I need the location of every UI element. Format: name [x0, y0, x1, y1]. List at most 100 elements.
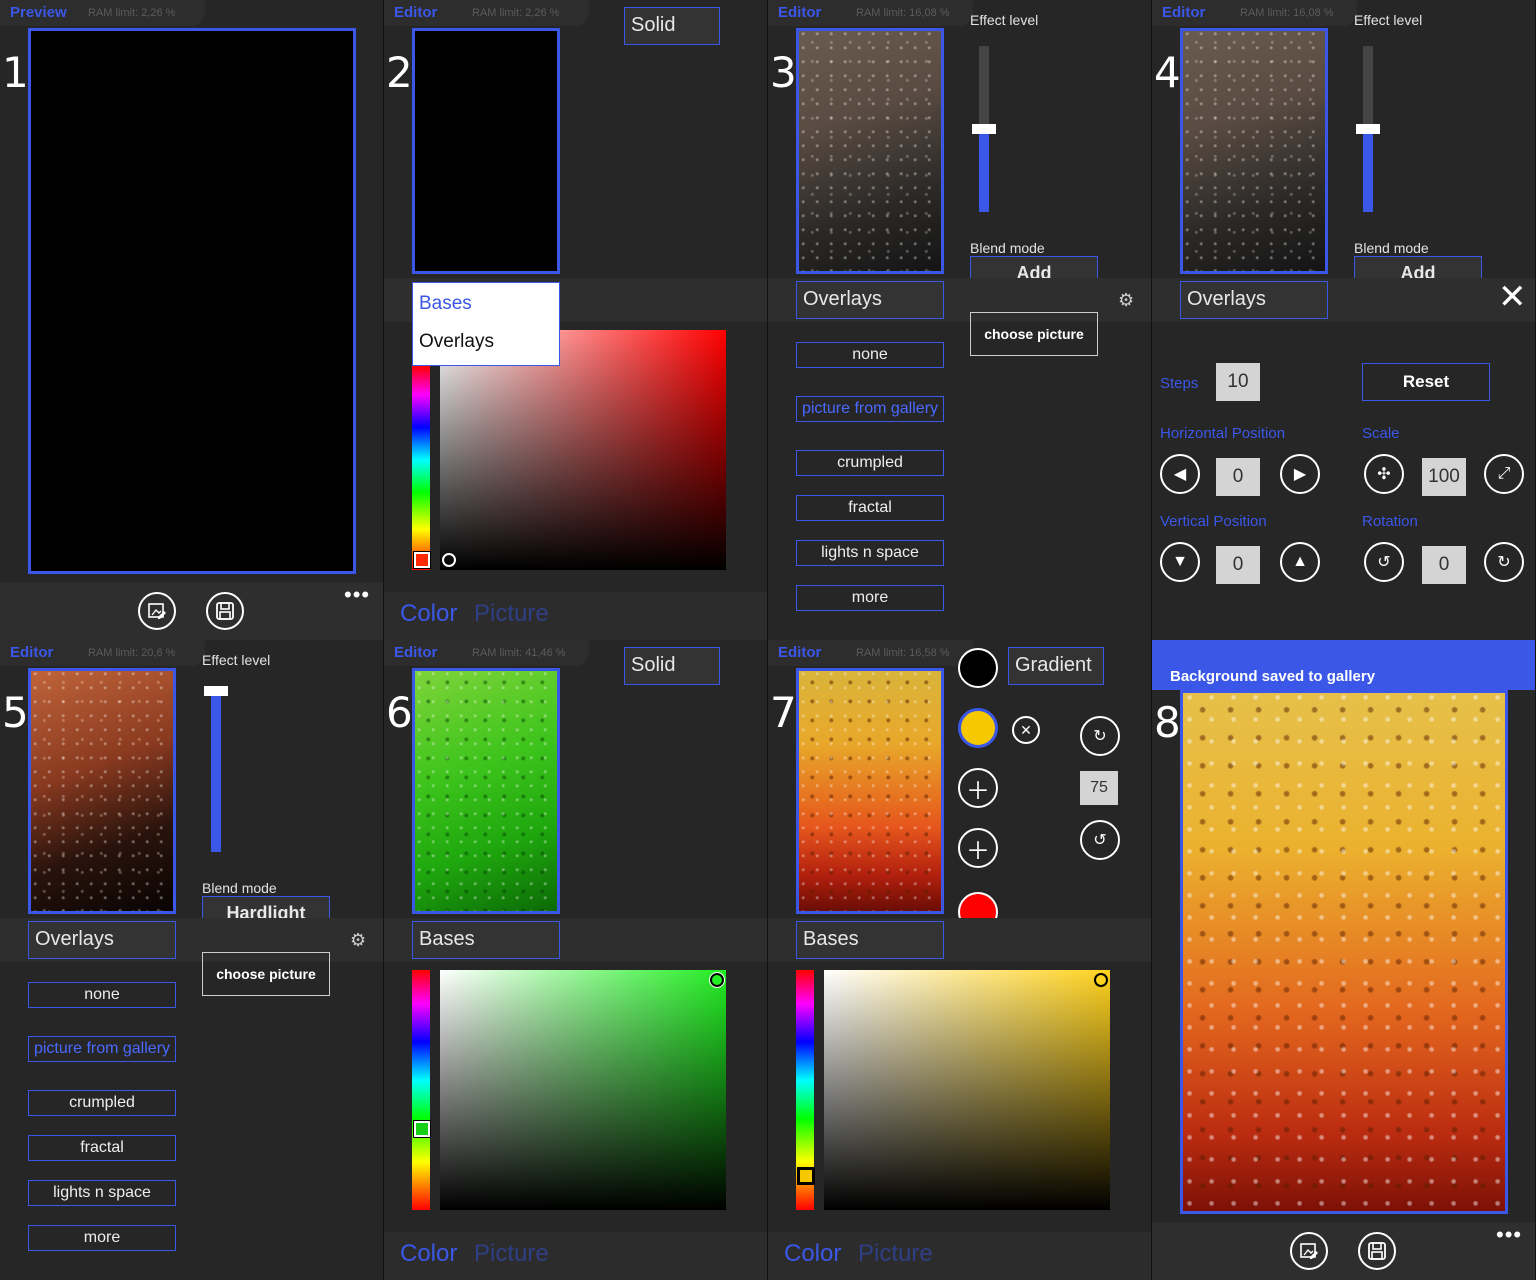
move-right-button[interactable]: ▶: [1280, 454, 1320, 494]
choose-picture-button[interactable]: choose picture: [202, 952, 330, 996]
vertical-position-label: Vertical Position: [1160, 513, 1267, 530]
add-stop-button-2[interactable]: ＋: [958, 828, 998, 868]
layer-type-select[interactable]: Overlays: [28, 921, 176, 959]
list-item-none[interactable]: none: [28, 982, 176, 1008]
rotate-gradient-button[interactable]: ↻: [1080, 716, 1120, 756]
color-picker-area[interactable]: [824, 970, 1110, 1210]
rotation-value[interactable]: 0: [1422, 546, 1466, 584]
effect-level-slider[interactable]: [972, 46, 996, 212]
move-up-button[interactable]: ▲: [1280, 542, 1320, 582]
preview-thumbnail: [1180, 28, 1328, 274]
tab-color[interactable]: Color: [784, 1240, 841, 1268]
list-item-fractal[interactable]: fractal: [28, 1135, 176, 1161]
list-item-lights[interactable]: lights n space: [796, 540, 944, 566]
gear-icon[interactable]: ⚙: [1118, 290, 1134, 311]
tab-color[interactable]: Color: [400, 1240, 457, 1268]
hue-marker[interactable]: [413, 551, 431, 569]
hue-slider[interactable]: [412, 970, 430, 1210]
list-item-gallery[interactable]: picture from gallery: [796, 396, 944, 422]
header: Editor RAM limit: 2,26 %: [384, 0, 589, 26]
move-down-button[interactable]: ▼: [1160, 542, 1200, 582]
add-stop-button[interactable]: ＋: [958, 768, 998, 808]
color-picker-area[interactable]: [440, 330, 726, 570]
slider-thumb[interactable]: [204, 686, 228, 696]
move-left-button[interactable]: ◀: [1160, 454, 1200, 494]
hue-marker[interactable]: [797, 1167, 815, 1185]
tab-color[interactable]: Color: [400, 600, 457, 628]
choose-picture-button[interactable]: choose picture: [970, 312, 1098, 356]
scale-up-button[interactable]: ⤢: [1484, 454, 1524, 494]
toast-text: Background saved to gallery: [1170, 668, 1376, 685]
gear-icon[interactable]: ⚙: [350, 930, 366, 951]
popup-item-bases[interactable]: Bases: [413, 293, 559, 315]
save-button[interactable]: [206, 592, 244, 630]
more-menu-button[interactable]: •••: [1496, 1222, 1522, 1248]
layer-type-select[interactable]: Bases: [412, 921, 560, 959]
list-item-fractal[interactable]: fractal: [796, 495, 944, 521]
list-item-lights[interactable]: lights n space: [28, 1180, 176, 1206]
step-number: 2: [386, 48, 413, 97]
scale-value[interactable]: 100: [1422, 458, 1466, 496]
header: Editor RAM limit: 20,6 %: [0, 640, 205, 666]
mode-select[interactable]: Solid: [624, 647, 720, 685]
rotate-left-button[interactable]: ↺: [1364, 542, 1404, 582]
gradient-angle-value[interactable]: 75: [1080, 771, 1118, 805]
list-item-more[interactable]: more: [28, 1225, 176, 1251]
horizontal-value[interactable]: 0: [1216, 458, 1260, 496]
slider-thumb[interactable]: [1356, 124, 1380, 134]
gradient-stop-black[interactable]: [958, 648, 998, 688]
panel-editor-green: Editor RAM limit: 41,46 % 6 Solid Bases …: [384, 640, 768, 1280]
vertical-value[interactable]: 0: [1216, 546, 1260, 584]
blend-mode-label: Blend mode: [202, 880, 277, 896]
hue-marker[interactable]: [413, 1120, 431, 1138]
rotate-gradient-ccw-button[interactable]: ↺: [1080, 820, 1120, 860]
color-marker[interactable]: [442, 553, 456, 567]
list-item-gallery[interactable]: picture from gallery: [28, 1036, 176, 1062]
panel-saved: Background saved to gallery 8 •••: [1152, 640, 1536, 1280]
step-number: 4: [1154, 48, 1181, 97]
effect-level-slider[interactable]: [1356, 46, 1380, 212]
expand-icon: ⤢: [1497, 465, 1511, 482]
edit-image-button[interactable]: [1290, 1232, 1328, 1270]
app-bar: •••: [1152, 1222, 1535, 1280]
tab-picture[interactable]: Picture: [474, 1240, 549, 1268]
header: Editor RAM limit: 16,58 %: [768, 640, 973, 666]
color-marker[interactable]: [709, 972, 725, 988]
gradient-stop-yellow[interactable]: [958, 708, 998, 748]
list-item-none[interactable]: none: [796, 342, 944, 368]
save-icon: [216, 602, 234, 620]
list-item-more[interactable]: more: [796, 585, 944, 611]
remove-stop-button[interactable]: ✕: [1012, 716, 1040, 744]
plus-icon: ＋: [966, 837, 990, 865]
tab-picture[interactable]: Picture: [858, 1240, 933, 1268]
tab-picture[interactable]: Picture: [474, 600, 549, 628]
header: Editor RAM limit: 16,08 %: [768, 0, 973, 26]
list-item-crumpled[interactable]: crumpled: [796, 450, 944, 476]
preview-thumbnail: [796, 668, 944, 914]
layer-type-select[interactable]: Overlays: [796, 281, 944, 319]
step-number: 7: [770, 688, 797, 737]
hue-slider[interactable]: [412, 366, 430, 570]
mode-select[interactable]: Solid: [624, 7, 720, 45]
mode-select[interactable]: Gradient: [1008, 647, 1104, 685]
reset-button[interactable]: Reset: [1362, 363, 1490, 401]
rotate-right-button[interactable]: ↻: [1484, 542, 1524, 582]
steps-value[interactable]: 10: [1216, 363, 1260, 401]
more-menu-button[interactable]: •••: [344, 582, 370, 608]
scale-down-button[interactable]: ✣: [1364, 454, 1404, 494]
layer-type-select[interactable]: Bases: [796, 921, 944, 959]
effect-level-slider[interactable]: [204, 686, 228, 852]
slider-thumb[interactable]: [972, 124, 996, 134]
layer-type-select[interactable]: Overlays: [1180, 281, 1328, 319]
list-item-crumpled[interactable]: crumpled: [28, 1090, 176, 1116]
color-marker[interactable]: [1094, 973, 1108, 987]
ram-limit: RAM limit: 16,08 %: [1240, 7, 1334, 19]
arrow-right-icon: ▶: [1293, 466, 1307, 483]
rotate-cw-icon: ↻: [1497, 554, 1511, 571]
header-title: Editor: [10, 644, 54, 661]
close-icon[interactable]: ✕: [1498, 280, 1527, 314]
popup-item-overlays[interactable]: Overlays: [413, 331, 559, 353]
color-picker-area[interactable]: [440, 970, 726, 1210]
edit-image-button[interactable]: [138, 592, 176, 630]
save-button[interactable]: [1358, 1232, 1396, 1270]
